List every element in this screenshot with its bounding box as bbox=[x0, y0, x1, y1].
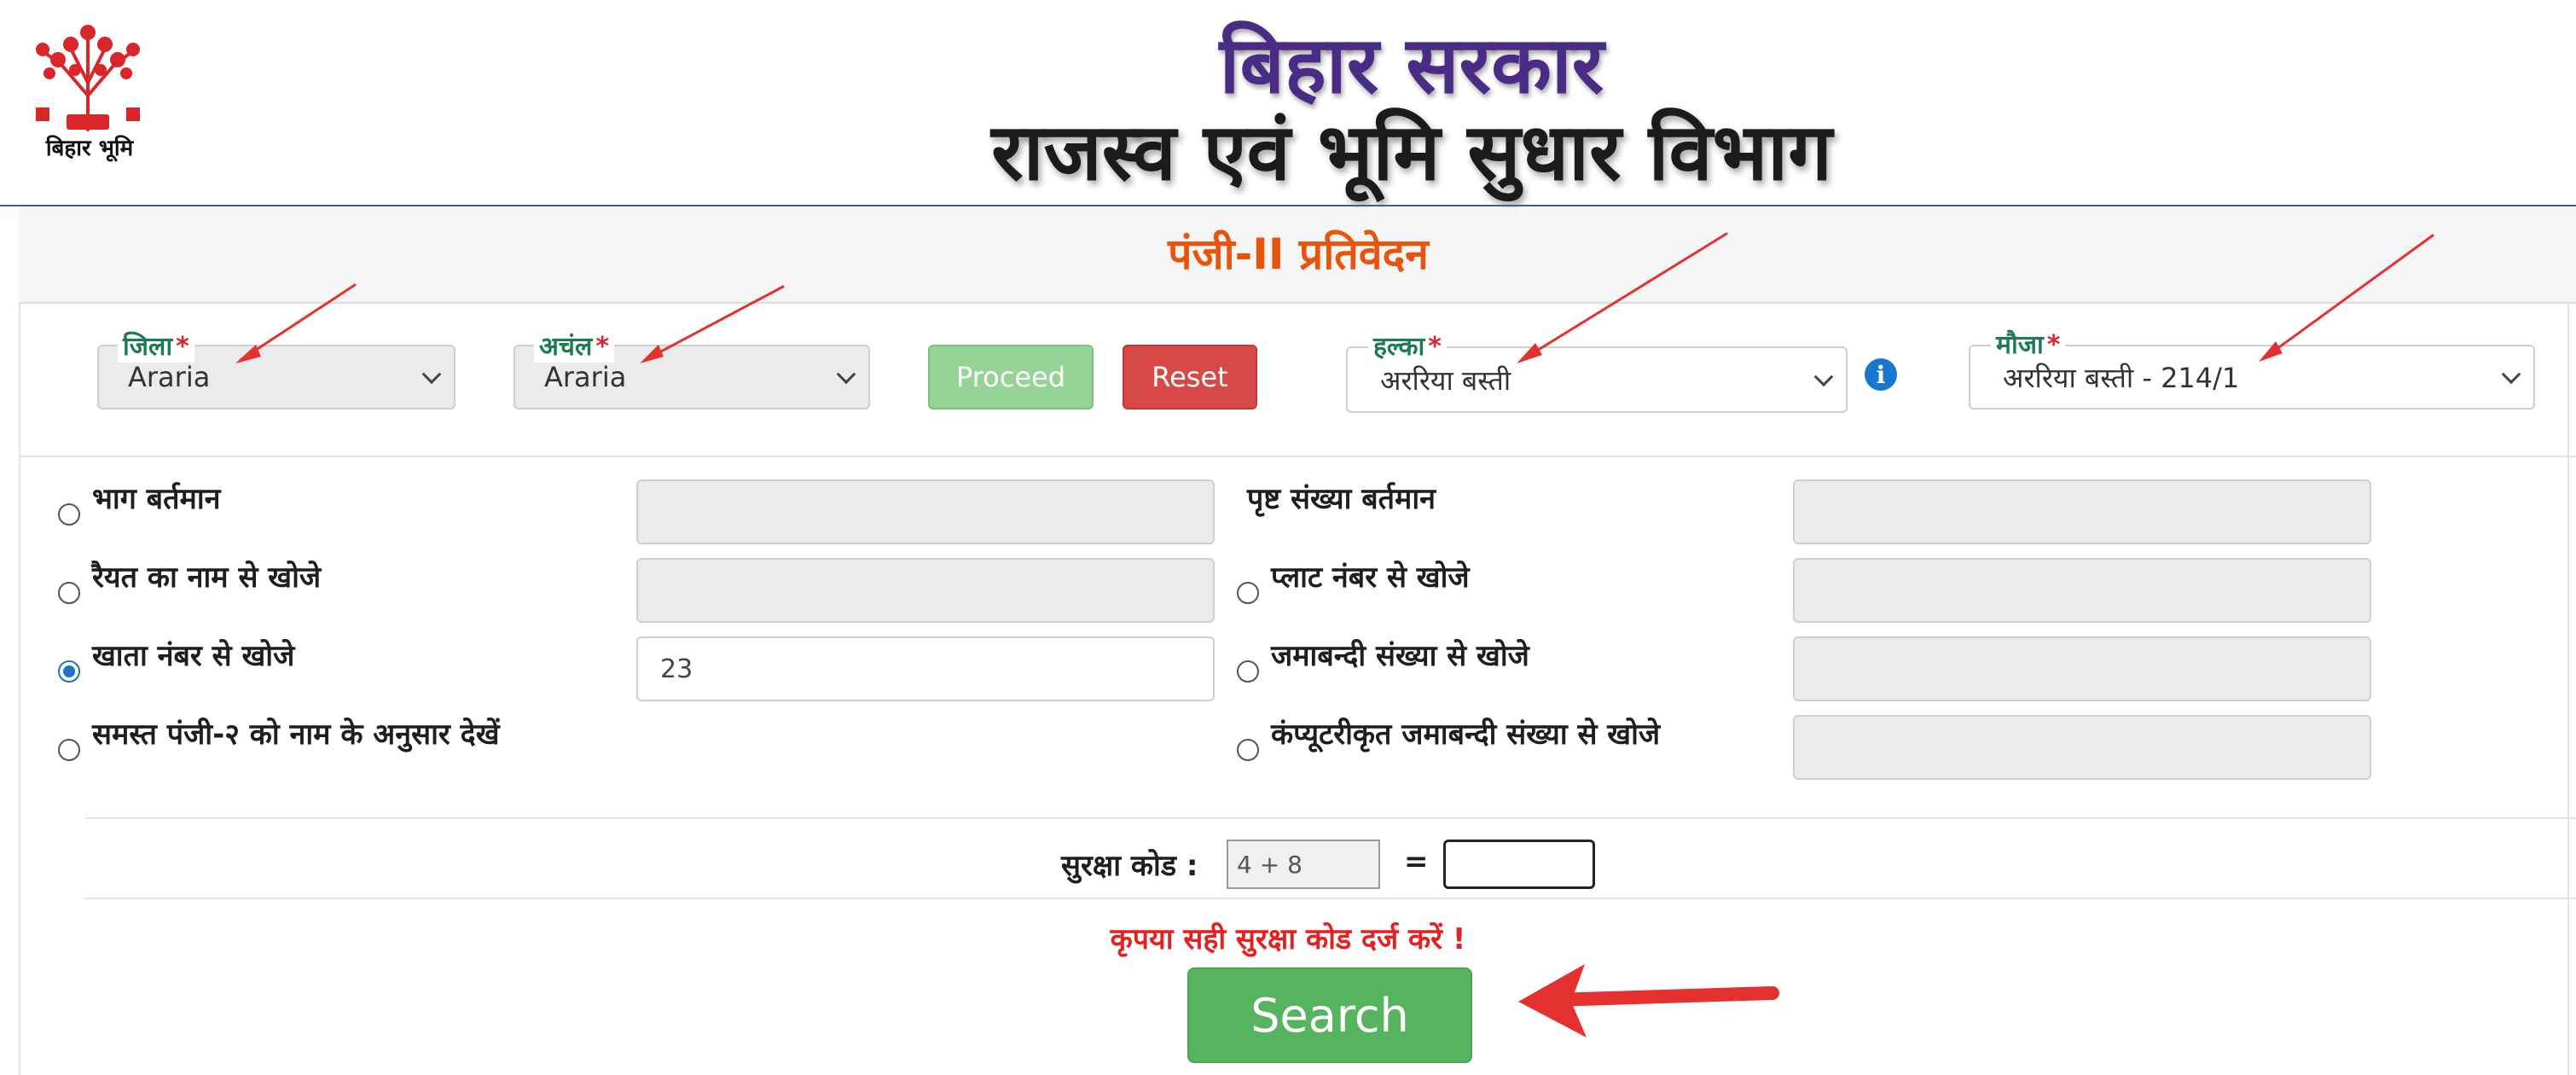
tree-emblem-icon bbox=[36, 25, 140, 131]
circle-label: अचंल * bbox=[534, 328, 615, 363]
radio-bhag-bartaman[interactable] bbox=[58, 503, 80, 526]
jamabandi-number-input[interactable] bbox=[1793, 636, 2371, 701]
option-label-raiyat-name: रैयत का नाम से खोजे bbox=[92, 561, 322, 595]
captcha-question: 4 + 8 bbox=[1227, 840, 1380, 889]
search-button[interactable]: Search bbox=[1187, 968, 1472, 1063]
section-divider bbox=[85, 817, 2576, 819]
option-label-plot-number: प्लाट नंबर से खोजे bbox=[1271, 561, 1470, 595]
captcha-equals: = bbox=[1404, 845, 1429, 879]
option-label-computerized-jamabandi: कंप्यूटरीकृत जमाबन्दी संख्या से खोजे bbox=[1271, 718, 1661, 752]
captcha-label: सुरक्षा कोड : bbox=[1061, 849, 1198, 883]
captcha-error-message: कृपया सही सुरक्षा कोड दर्ज करें ! bbox=[1110, 922, 1466, 956]
required-marker: * bbox=[176, 332, 189, 362]
computerized-jamabandi-input[interactable] bbox=[1793, 715, 2371, 780]
district-label: जिला * bbox=[118, 328, 194, 363]
radio-raiyat-name[interactable] bbox=[58, 582, 80, 604]
header-divider bbox=[0, 205, 2576, 206]
section-divider bbox=[19, 456, 2576, 457]
proceed-button[interactable]: Proceed bbox=[928, 345, 1094, 410]
mauza-label: मौजा * bbox=[1991, 326, 2066, 361]
chevron-down-icon bbox=[1813, 367, 1834, 387]
district-select-value: Araria bbox=[128, 361, 211, 393]
panel-title: पंजी-II प्रतिवेदन bbox=[1168, 230, 1429, 279]
radio-plot-number[interactable] bbox=[1237, 582, 1259, 604]
option-label-bhag-bartaman: भाग बर्तमान bbox=[92, 482, 221, 516]
radio-computerized-jamabandi[interactable] bbox=[1237, 739, 1259, 761]
option-label-page-number: पृष्ट संख्या बर्तमान bbox=[1247, 482, 1436, 516]
required-marker: * bbox=[1428, 332, 1442, 362]
section-divider bbox=[85, 898, 2576, 899]
plot-number-input[interactable] bbox=[1793, 558, 2371, 623]
option-label-jamabandi-number: जमाबन्दी संख्या से खोजे bbox=[1271, 639, 1529, 673]
info-icon[interactable]: i bbox=[1865, 358, 1897, 391]
radio-khata-number[interactable] bbox=[58, 660, 80, 683]
option-label-khata-number: खाता नंबर से खोजे bbox=[92, 639, 295, 673]
bhag-bartaman-input[interactable] bbox=[636, 479, 1215, 544]
chevron-down-icon bbox=[421, 364, 442, 385]
halka-select-value: अररिया बस्ती bbox=[1380, 363, 1511, 397]
captcha-answer-input[interactable] bbox=[1443, 840, 1595, 889]
required-marker: * bbox=[2046, 330, 2061, 360]
chevron-down-icon bbox=[2501, 364, 2521, 385]
option-label-all-register-by-name: समस्त पंजी-२ को नाम के अनुसार देखें bbox=[92, 718, 500, 752]
department-title: राजस्व एवं भूमि सुधार विभाग bbox=[991, 107, 1832, 198]
mauza-select-value: अररिया बस्ती - 214/1 bbox=[2003, 361, 2240, 394]
required-marker: * bbox=[595, 332, 610, 362]
circle-select-value: Araria bbox=[544, 361, 627, 393]
halka-label: हल्का * bbox=[1368, 328, 1447, 363]
raiyat-name-input[interactable] bbox=[636, 558, 1215, 623]
page-number-input[interactable] bbox=[1793, 479, 2371, 544]
khata-number-input[interactable]: 23 bbox=[636, 636, 1215, 701]
logo-caption: बिहार भूमि bbox=[45, 136, 134, 161]
chevron-down-icon bbox=[836, 364, 856, 385]
reset-button[interactable]: Reset bbox=[1123, 345, 1257, 410]
radio-jamabandi-number[interactable] bbox=[1237, 660, 1259, 683]
radio-all-register-by-name[interactable] bbox=[58, 739, 80, 761]
